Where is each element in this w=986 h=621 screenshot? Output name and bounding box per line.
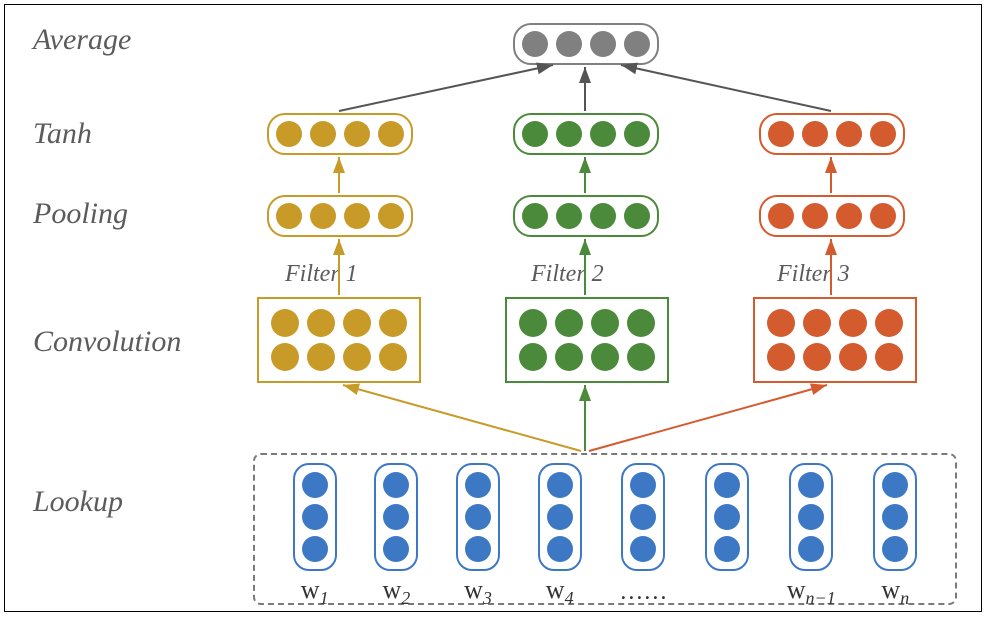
- conv-filter-2: [505, 297, 669, 383]
- neuron-dot: [555, 309, 583, 337]
- filter-label-1: Filter 1: [285, 261, 358, 288]
- neuron-dot: [624, 121, 650, 147]
- neuron-dot: [590, 203, 616, 229]
- neuron-dot: [378, 121, 404, 147]
- filter-label-3: Filter 3: [777, 261, 850, 288]
- filter-label-2: Filter 2: [531, 261, 604, 288]
- neuron-dot: [556, 31, 582, 57]
- neuron-dot: [767, 343, 795, 371]
- neuron-dot: [768, 203, 794, 229]
- neuron-dot: [870, 121, 896, 147]
- neuron-dot: [768, 121, 794, 147]
- neuron-dot: [310, 121, 336, 147]
- neuron-dot: [343, 343, 371, 371]
- neuron-dot: [271, 343, 299, 371]
- neuron-dot: [591, 309, 619, 337]
- tanh-node-1: [267, 113, 413, 155]
- neuron-dot: [344, 203, 370, 229]
- neuron-dot: [276, 121, 302, 147]
- neuron-dot: [343, 309, 371, 337]
- neuron-dot: [836, 203, 862, 229]
- label-tanh: Tanh: [33, 117, 92, 151]
- token-w3: w3: [456, 463, 500, 609]
- neuron-dot: [624, 203, 650, 229]
- token-w2: w2: [374, 463, 418, 609]
- token-w6: [705, 463, 749, 571]
- neuron-dot: [522, 121, 548, 147]
- neuron-dot: [870, 203, 896, 229]
- neuron-dot: [556, 203, 582, 229]
- lookup-box: w1 w2 w3 w4 …… wn−1: [253, 453, 957, 605]
- label-pooling: Pooling: [33, 197, 128, 231]
- neuron-dot: [522, 203, 548, 229]
- neuron-dot: [271, 309, 299, 337]
- neuron-dot: [378, 203, 404, 229]
- tanh-node-3: [759, 113, 905, 155]
- neuron-dot: [379, 343, 407, 371]
- token-w4: w4: [538, 463, 582, 609]
- neuron-dot: [839, 343, 867, 371]
- neuron-dot: [803, 343, 831, 371]
- neuron-dot: [803, 309, 831, 337]
- token-w5: ……: [619, 463, 667, 606]
- neuron-dot: [624, 31, 650, 57]
- token-wn: wn: [873, 463, 917, 609]
- neuron-dot: [519, 309, 547, 337]
- neuron-dot: [875, 309, 903, 337]
- pool-node-1: [267, 195, 413, 237]
- neuron-dot: [555, 343, 583, 371]
- neuron-dot: [310, 203, 336, 229]
- neuron-dot: [802, 121, 828, 147]
- neuron-dot: [307, 309, 335, 337]
- tanh-node-2: [513, 113, 659, 155]
- conv-filter-3: [753, 297, 917, 383]
- neuron-dot: [591, 343, 619, 371]
- neuron-dot: [344, 121, 370, 147]
- neuron-dot: [802, 203, 828, 229]
- neuron-dot: [379, 309, 407, 337]
- neuron-dot: [627, 343, 655, 371]
- token-wn1: wn−1: [787, 463, 836, 609]
- neuron-dot: [767, 309, 795, 337]
- neuron-dot: [875, 343, 903, 371]
- neuron-dot: [556, 121, 582, 147]
- neuron-dot: [836, 121, 862, 147]
- label-average: Average: [33, 23, 131, 57]
- average-node: [513, 23, 659, 65]
- neuron-dot: [276, 203, 302, 229]
- label-lookup: Lookup: [33, 485, 123, 519]
- pool-node-3: [759, 195, 905, 237]
- neuron-dot: [839, 309, 867, 337]
- conv-filter-1: [257, 297, 421, 383]
- pool-node-2: [513, 195, 659, 237]
- neuron-dot: [307, 343, 335, 371]
- neuron-dot: [627, 309, 655, 337]
- neuron-dot: [519, 343, 547, 371]
- token-w1: w1: [293, 463, 337, 609]
- neuron-dot: [590, 31, 616, 57]
- diagram-frame: Average Tanh Pooling Convolution Lookup …: [4, 4, 982, 612]
- neuron-dot: [522, 31, 548, 57]
- label-convolution: Convolution: [33, 325, 181, 359]
- neuron-dot: [590, 121, 616, 147]
